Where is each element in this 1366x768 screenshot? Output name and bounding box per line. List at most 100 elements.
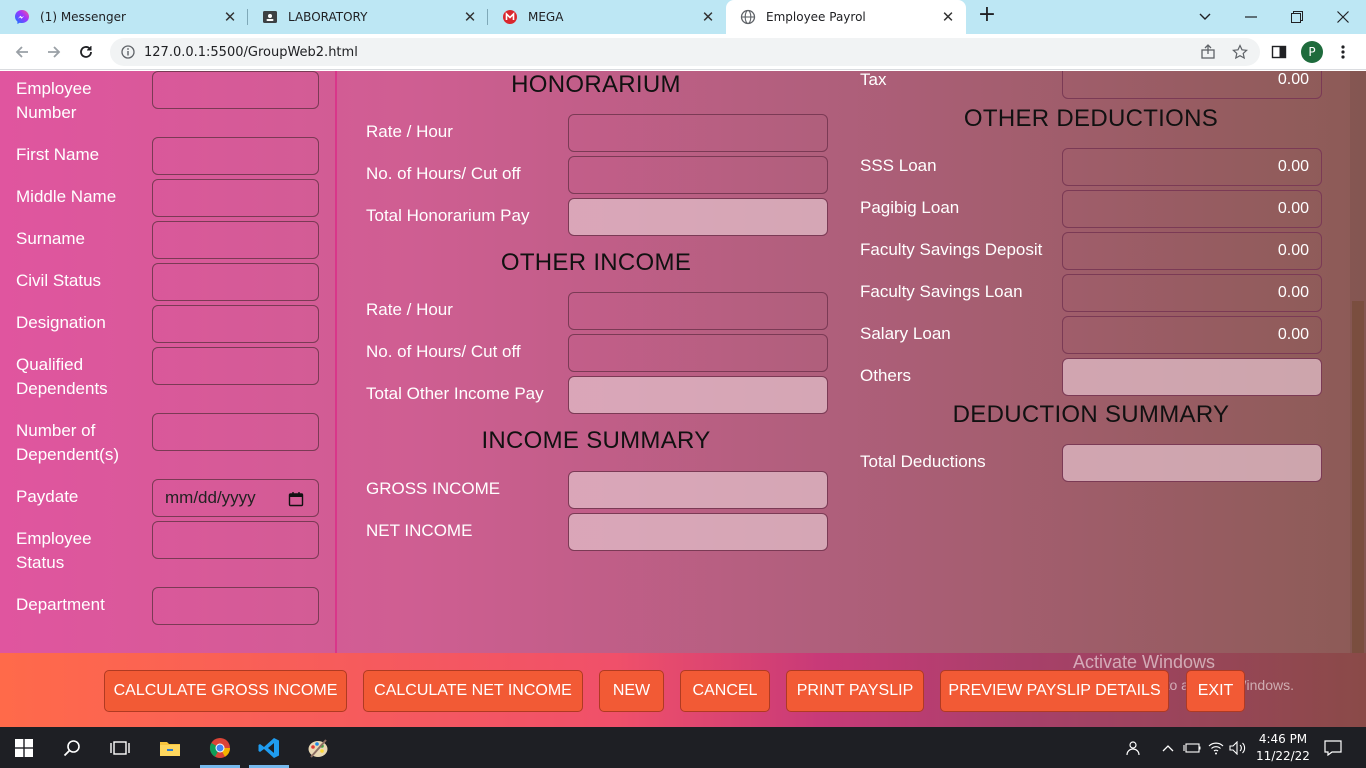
designation-input[interactable] xyxy=(152,305,319,343)
designation-label: Designation xyxy=(16,313,106,332)
reload-icon[interactable] xyxy=(73,39,99,65)
close-icon[interactable]: ✕ xyxy=(462,8,478,26)
pagibig-loan-input[interactable]: 0.00 xyxy=(1062,190,1322,228)
sss-loan-value: 0.00 xyxy=(1277,158,1309,175)
employee-number-input[interactable] xyxy=(152,71,319,109)
share-icon[interactable] xyxy=(1197,41,1219,63)
other-income-rate-input[interactable] xyxy=(568,292,828,330)
pagibig-loan-value: 0.00 xyxy=(1277,200,1309,217)
total-deductions-field xyxy=(1062,444,1322,482)
people-icon[interactable] xyxy=(1123,739,1141,757)
task-view-icon[interactable] xyxy=(96,727,144,768)
new-button[interactable]: NEW xyxy=(599,670,664,712)
system-clock[interactable]: 4:46 PM 11/22/22 xyxy=(1250,731,1316,765)
calculate-net-income-button[interactable]: CALCULATE NET INCOME xyxy=(363,670,583,712)
tab-label: (1) Messenger xyxy=(40,10,126,24)
back-arrow-icon[interactable] xyxy=(9,39,35,65)
salary-loan-value: 0.00 xyxy=(1277,326,1309,343)
deduction-summary-title: DEDUCTION SUMMARY xyxy=(952,401,1230,428)
number-of-dependents-input[interactable] xyxy=(152,413,319,451)
honorarium-rate-input[interactable] xyxy=(568,114,828,152)
employee-status-input[interactable] xyxy=(152,521,319,559)
faculty-savings-deposit-value: 0.00 xyxy=(1277,242,1309,259)
honorarium-hours-input[interactable] xyxy=(568,156,828,194)
volume-icon[interactable] xyxy=(1229,739,1247,757)
employee-status-label: Employee Status xyxy=(16,529,92,572)
tab-employee-payrol[interactable]: Employee Payrol ✕ xyxy=(726,0,966,34)
paydate-placeholder: mm/dd/yyyy xyxy=(165,488,256,507)
first-name-label: First Name xyxy=(16,145,100,164)
department-input[interactable] xyxy=(152,587,319,625)
calendar-icon[interactable] xyxy=(288,491,304,507)
action-button-bar: CALCULATE GROSS INCOME CALCULATE NET INC… xyxy=(0,652,1366,727)
civil-status-label: Civil Status xyxy=(16,271,102,290)
total-honorarium-label: Total Honorarium Pay xyxy=(366,206,530,225)
battery-icon[interactable] xyxy=(1183,739,1201,757)
total-deductions-label: Total Deductions xyxy=(860,452,986,471)
total-honorarium-field xyxy=(568,198,828,236)
tax-input[interactable]: 0.00 xyxy=(1062,71,1322,99)
close-window-icon[interactable] xyxy=(1320,0,1366,34)
faculty-savings-deposit-input[interactable]: 0.00 xyxy=(1062,232,1322,270)
others-deduction-field xyxy=(1062,358,1322,396)
close-icon[interactable]: ✕ xyxy=(940,8,956,26)
total-other-income-label: Total Other Income Pay xyxy=(366,384,544,403)
bookmark-star-icon[interactable] xyxy=(1229,41,1251,63)
restore-icon[interactable] xyxy=(1274,0,1320,34)
wifi-icon[interactable] xyxy=(1207,739,1225,757)
windows-start-icon[interactable] xyxy=(0,727,48,768)
middle-name-input[interactable] xyxy=(152,179,319,217)
gross-income-label: GROSS INCOME xyxy=(366,479,501,498)
new-tab-plus-icon[interactable]: + xyxy=(976,4,998,27)
faculty-savings-loan-input[interactable]: 0.00 xyxy=(1062,274,1322,312)
close-icon[interactable]: ✕ xyxy=(222,8,238,26)
url-text: 127.0.0.1:5500/GroupWeb2.html xyxy=(144,44,358,60)
salary-loan-input[interactable]: 0.00 xyxy=(1062,316,1322,354)
minimize-icon[interactable] xyxy=(1228,0,1274,34)
calculate-gross-income-button[interactable]: CALCULATE GROSS INCOME xyxy=(104,670,347,712)
file-explorer-icon[interactable] xyxy=(146,727,194,768)
civil-status-input[interactable] xyxy=(152,263,319,301)
sss-loan-input[interactable]: 0.00 xyxy=(1062,148,1322,186)
tab-label: MEGA xyxy=(528,10,564,24)
cancel-button[interactable]: CANCEL xyxy=(680,670,770,712)
site-info-icon[interactable] xyxy=(120,44,136,60)
kebab-menu-icon[interactable] xyxy=(1332,41,1354,63)
address-bar[interactable]: 127.0.0.1:5500/GroupWeb2.html xyxy=(110,38,1260,66)
scrollbar-thumb[interactable] xyxy=(1352,301,1364,653)
surname-input[interactable] xyxy=(152,221,319,259)
chrome-icon[interactable] xyxy=(196,727,244,768)
windows-taskbar: 4:46 PM 11/22/22 xyxy=(0,727,1366,768)
tab-messenger[interactable]: (1) Messenger ✕ xyxy=(0,0,248,34)
salary-loan-label: Salary Loan xyxy=(860,324,951,343)
sss-loan-label: SSS Loan xyxy=(860,156,937,175)
print-payslip-button[interactable]: PRINT PAYSLIP xyxy=(786,670,924,712)
honorarium-hours-label: No. of Hours/ Cut off xyxy=(366,164,521,183)
chevron-up-icon[interactable] xyxy=(1159,739,1177,757)
exit-button[interactable]: EXIT xyxy=(1186,670,1245,712)
avatar[interactable]: P xyxy=(1301,41,1323,63)
honorarium-title: HONORARIUM xyxy=(511,71,681,98)
preview-payslip-details-button[interactable]: PREVIEW PAYSLIP DETAILS xyxy=(940,670,1169,712)
vscode-icon[interactable] xyxy=(245,727,293,768)
total-other-income-field xyxy=(568,376,828,414)
paydate-input[interactable]: mm/dd/yyyy xyxy=(152,479,319,517)
tab-mega[interactable]: MEGA ✕ xyxy=(488,0,726,34)
others-deduction-label: Others xyxy=(860,366,912,385)
forward-arrow-icon[interactable] xyxy=(41,39,67,65)
close-icon[interactable]: ✕ xyxy=(700,8,716,26)
tab-search-chevron-icon[interactable] xyxy=(1182,0,1228,34)
qualified-dependents-input[interactable] xyxy=(152,347,319,385)
other-deductions-title: OTHER DEDUCTIONS xyxy=(963,105,1219,132)
tab-laboratory[interactable]: LABORATORY ✕ xyxy=(248,0,488,34)
notification-icon[interactable] xyxy=(1324,739,1342,757)
other-income-hours-input[interactable] xyxy=(568,334,828,372)
faculty-savings-loan-label: Faculty Savings Loan xyxy=(860,282,1023,301)
side-panel-icon[interactable] xyxy=(1268,41,1290,63)
paint-icon[interactable] xyxy=(294,727,342,768)
first-name-input[interactable] xyxy=(152,137,319,175)
tax-label: Tax xyxy=(860,71,887,89)
net-income-label: NET INCOME xyxy=(366,521,473,540)
search-icon[interactable] xyxy=(48,727,96,768)
net-income-field xyxy=(568,513,828,551)
